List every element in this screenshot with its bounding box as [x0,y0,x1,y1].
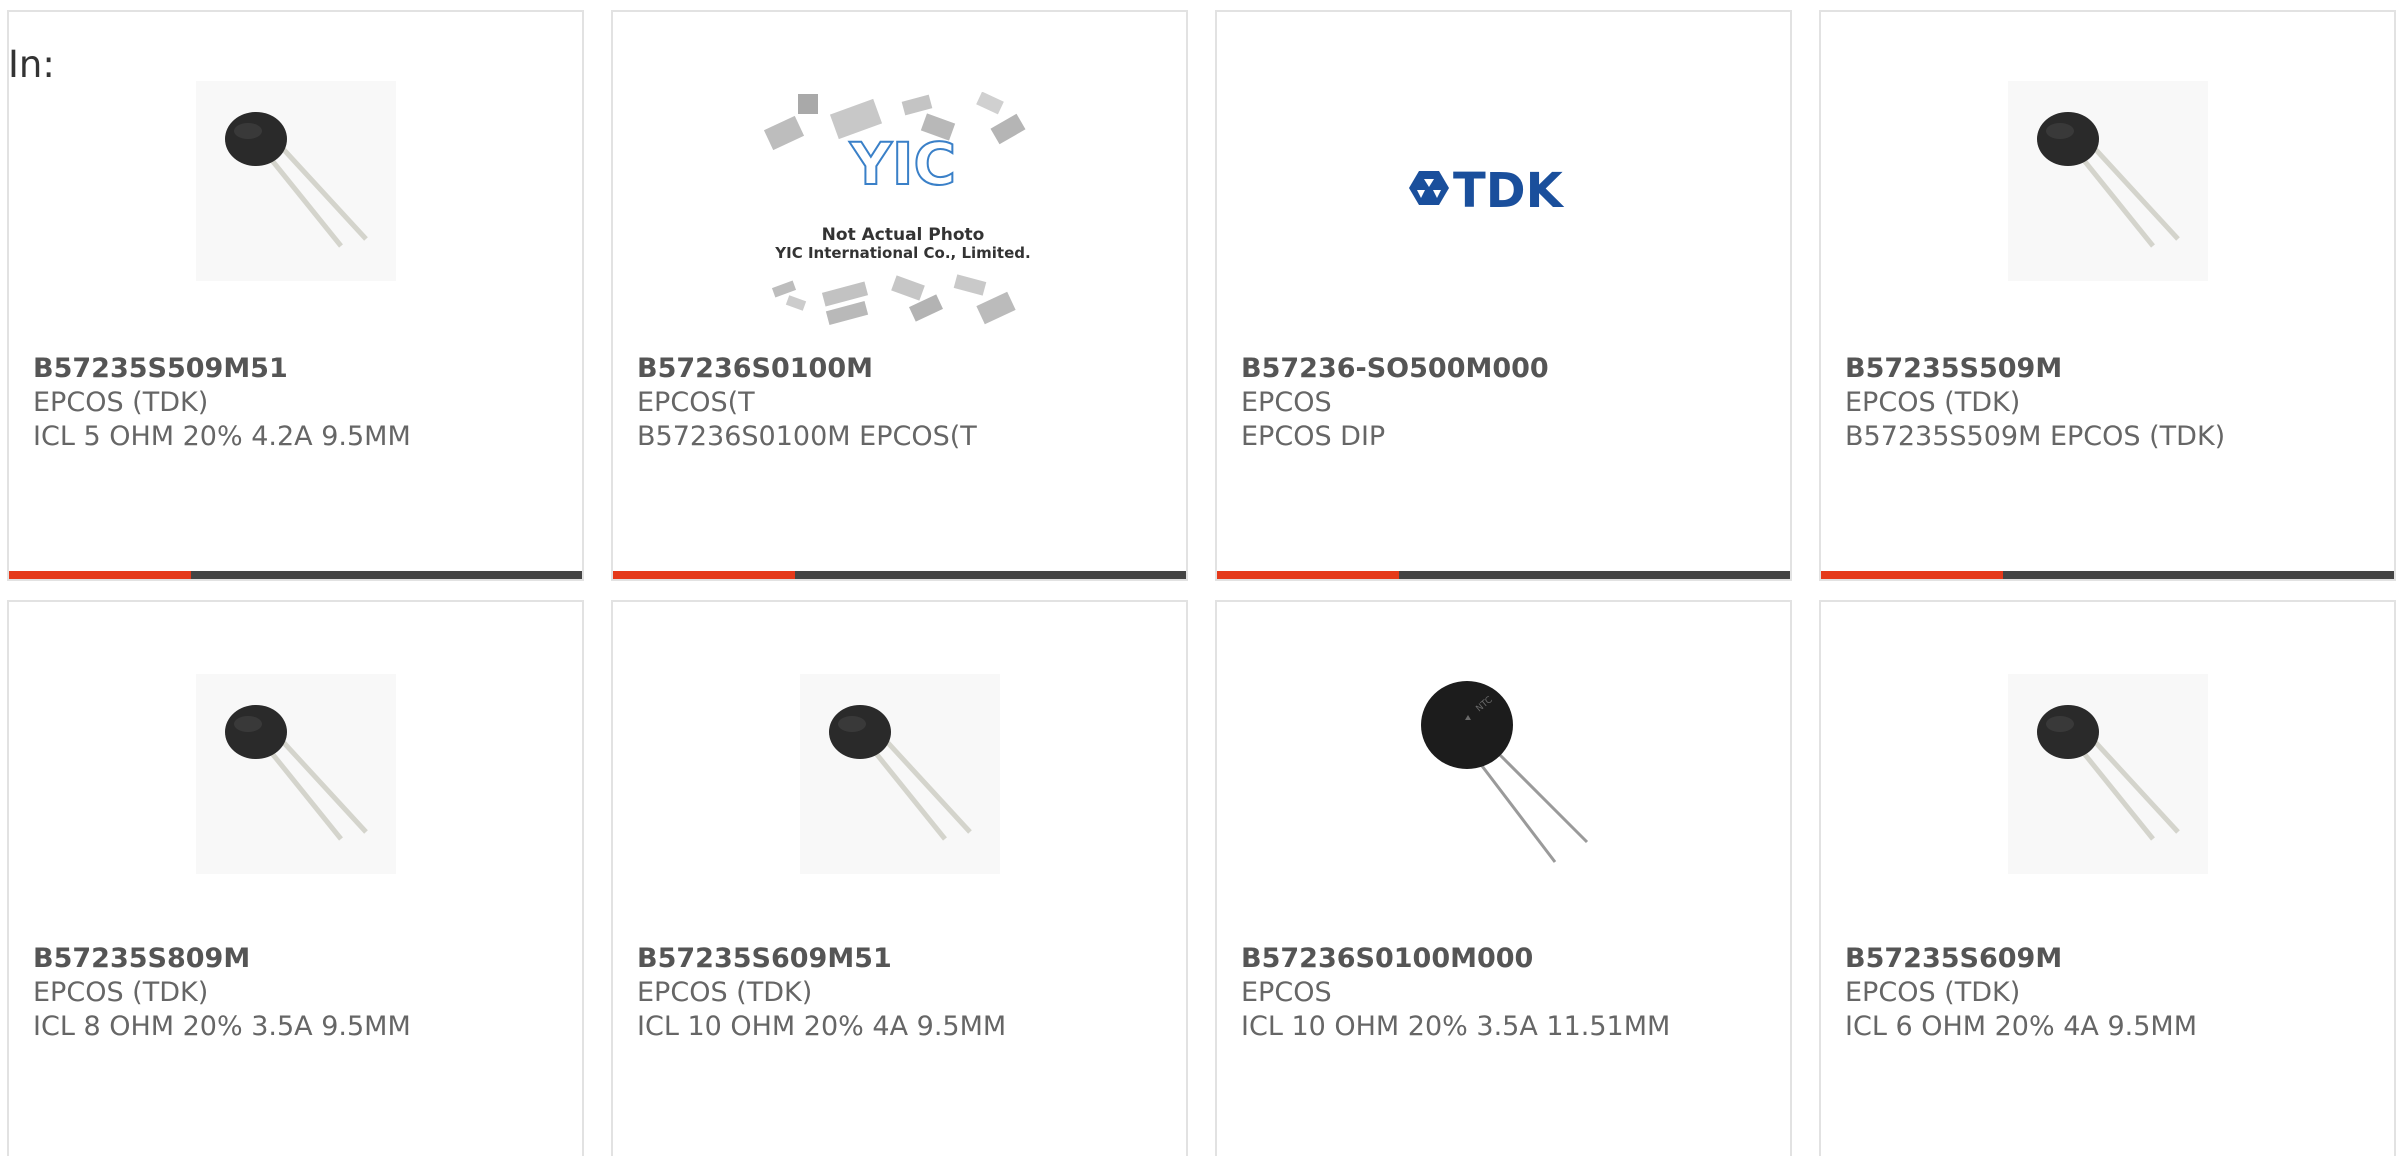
part-number[interactable]: B57235S509M51 [33,352,572,386]
manufacturer: EPCOS (TDK) [33,387,209,418]
manufacturer: EPCOS (TDK) [637,977,813,1008]
part-number[interactable]: B57236S0100M000 [1241,942,1780,976]
product-card[interactable]: B57235S809M EPCOS (TDK) ICL 8 OHM 20% 3.… [7,600,584,1156]
manufacturer: EPCOS (TDK) [1845,977,2021,1008]
description: ICL 5 OHM 20% 4.2A 9.5MM [33,421,411,452]
thermistor-icon [2008,674,2208,874]
description: B57236S0100M EPCOS(T [637,421,977,452]
product-grid-page: In: B57235S509M51 EPCOS (TDK) ICL 5 OHM … [0,0,2400,1156]
large-thermistor-icon: NTC [1407,672,1607,872]
card-bar [1821,571,2394,579]
placeholder-line1: Not Actual Photo [822,225,985,245]
part-number[interactable]: B57235S509M [1845,352,2384,386]
manufacturer: EPCOS (TDK) [33,977,209,1008]
product-card[interactable]: B57235S609M EPCOS (TDK) ICL 6 OHM 20% 4A… [1819,600,2396,1156]
product-card[interactable]: YIC Not Actual Photo YIC International C… [611,10,1188,581]
not-actual-photo-placeholder: YIC Not Actual Photo YIC International C… [763,92,1043,332]
card-bar-accent [9,571,191,579]
placeholder-line2: YIC International Co., Limited. [774,244,1030,262]
card-bar [9,571,582,579]
manufacturer: EPCOS (TDK) [1845,387,2021,418]
thermistor-icon [800,674,1000,874]
part-number[interactable]: B57235S609M51 [637,942,1176,976]
card-bar [1217,571,1790,579]
thermistor-icon [196,674,396,874]
tdk-logo: TDK [1397,152,1617,232]
chip-collage-icon: YIC Not Actual Photo YIC International C… [763,92,1031,325]
product-card[interactable]: TDK B57236-SO500M000 EPCOS EPCOS DIP [1215,10,1792,581]
description: ICL 10 OHM 20% 3.5A 11.51MM [1241,1011,1671,1042]
manufacturer: EPCOS(T [637,387,755,418]
product-card[interactable]: B57235S609M51 EPCOS (TDK) ICL 10 OHM 20%… [611,600,1188,1156]
card-bar [613,571,1186,579]
description: ICL 8 OHM 20% 3.5A 9.5MM [33,1011,411,1042]
part-number[interactable]: B57235S609M [1845,942,2384,976]
product-card[interactable]: NTC B57236S0100M000 EPCOS ICL 10 OHM 20%… [1215,600,1792,1156]
card-bar-accent [613,571,795,579]
description: ICL 10 OHM 20% 4A 9.5MM [637,1011,1007,1042]
description: B57235S509M EPCOS (TDK) [1845,421,2226,452]
part-number[interactable]: B57235S809M [33,942,572,976]
product-card[interactable]: B57235S509M EPCOS (TDK) B57235S509M EPCO… [1819,10,2396,581]
description: EPCOS DIP [1241,421,1386,452]
manufacturer: EPCOS [1241,977,1332,1008]
card-bar-accent [1821,571,2003,579]
part-number[interactable]: B57236-SO500M000 [1241,352,1780,386]
card-bar-accent [1217,571,1399,579]
tdk-emblem-icon [1409,171,1449,205]
manufacturer: EPCOS [1241,387,1332,418]
product-card[interactable]: B57235S509M51 EPCOS (TDK) ICL 5 OHM 20% … [7,10,584,581]
tdk-logo-text: TDK [1453,163,1565,219]
thermistor-icon [196,81,396,281]
in-label: In: [8,43,55,86]
thermistor-icon [2008,81,2208,281]
part-number[interactable]: B57236S0100M [637,352,1176,386]
yic-logo: YIC [849,130,956,198]
description: ICL 6 OHM 20% 4A 9.5MM [1845,1011,2197,1042]
